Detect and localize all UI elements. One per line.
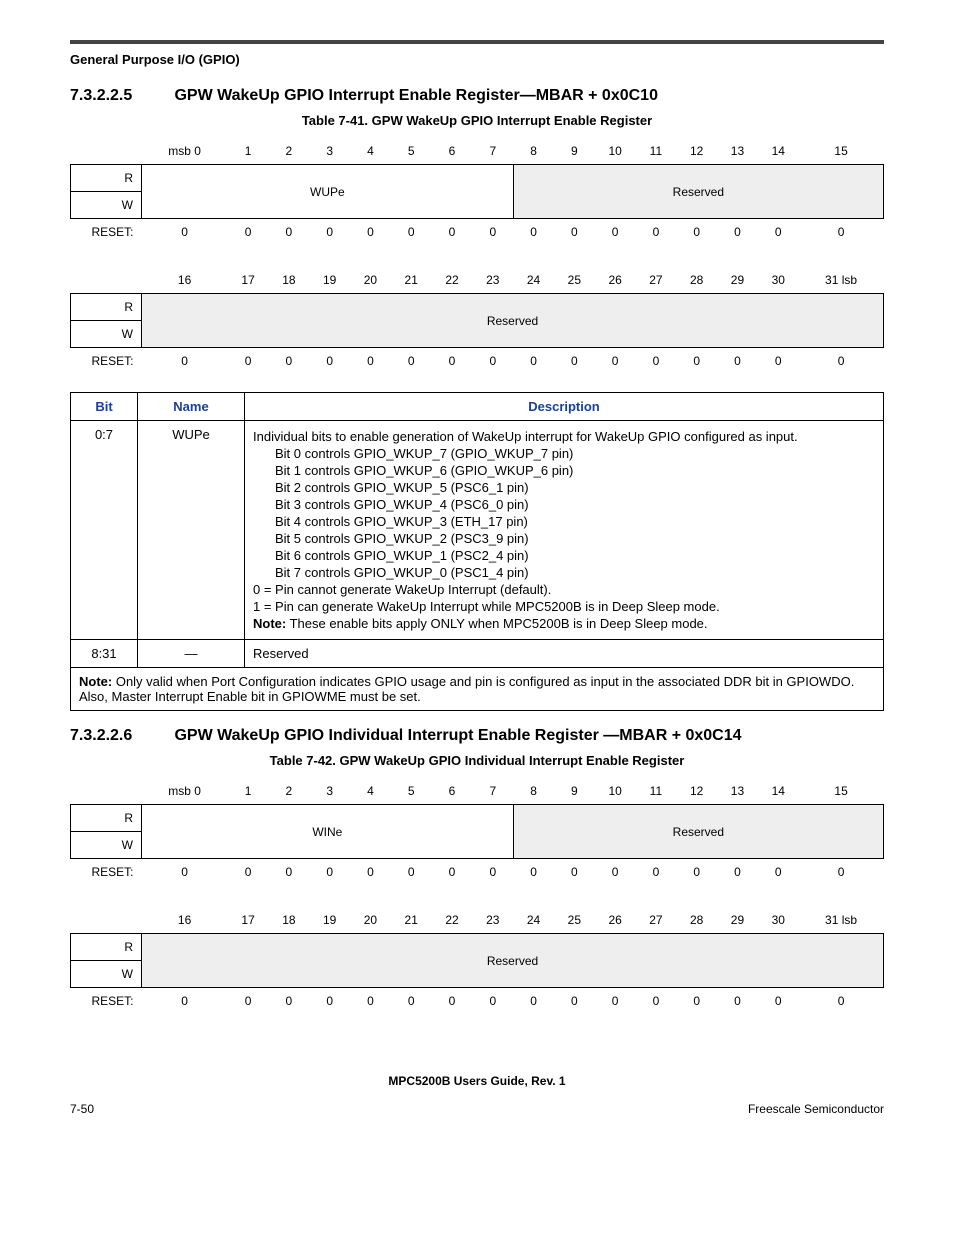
section-1-text: GPW WakeUp GPIO Interrupt Enable Registe… (174, 87, 658, 104)
section-1-title: 7.3.2.2.5 GPW WakeUp GPIO Interrupt Enab… (70, 87, 884, 105)
row-W: W (71, 192, 142, 219)
desc-bit-8-31: 8:31 (71, 640, 138, 668)
desc-table: Bit Name Description 0:7 WUPe Individual… (70, 392, 884, 711)
desc-text-8-31: Reserved (245, 640, 884, 668)
section-2-num: 7.3.2.2.6 (70, 727, 170, 745)
desc-name-wupe: WUPe (138, 421, 245, 640)
table-42-caption: Table 7-42. GPW WakeUp GPIO Individual I… (70, 753, 884, 768)
desc-bit-0-7: 0:7 (71, 421, 138, 640)
page-footer: MPC5200B Users Guide, Rev. 1 7-50 Freesc… (70, 1074, 884, 1116)
footer-right: Freescale Semiconductor (748, 1102, 884, 1116)
row-R: R (71, 165, 142, 192)
field-reserved-top: Reserved (513, 165, 883, 219)
top-rule (70, 40, 884, 44)
field-WUPe: WUPe (142, 165, 514, 219)
footer-center: MPC5200B Users Guide, Rev. 1 (70, 1074, 884, 1088)
section-2-title: 7.3.2.2.6 GPW WakeUp GPIO Individual Int… (70, 727, 884, 745)
row-reset: RESET: (71, 219, 142, 246)
table-41-caption: Table 7-41. GPW WakeUp GPIO Interrupt En… (70, 113, 884, 128)
field-reserved-top2: Reserved (513, 805, 883, 859)
col-name: Name (138, 393, 245, 421)
bit-table-2: msb 0123 4567 891011 12131415 R WINe Res… (70, 778, 884, 1014)
section-1-num: 7.3.2.2.5 (70, 87, 170, 105)
section-2-text: GPW WakeUp GPIO Individual Interrupt Ena… (174, 727, 741, 744)
col-desc: Description (245, 393, 884, 421)
field-reserved-bot2: Reserved (142, 934, 884, 988)
table-footnote: Note: Only valid when Port Configuration… (71, 668, 884, 711)
field-WINe: WINe (142, 805, 514, 859)
desc-text-0-7: Individual bits to enable generation of … (245, 421, 884, 640)
field-reserved-bot: Reserved (142, 294, 884, 348)
desc-name-reserved: — (138, 640, 245, 668)
bit-table-1: msb 0123 4567 891011 12131415 R WUPe Res… (70, 138, 884, 374)
page-header: General Purpose I/O (GPIO) (70, 52, 884, 67)
col-bit: Bit (71, 393, 138, 421)
footer-left: 7-50 (70, 1102, 94, 1116)
